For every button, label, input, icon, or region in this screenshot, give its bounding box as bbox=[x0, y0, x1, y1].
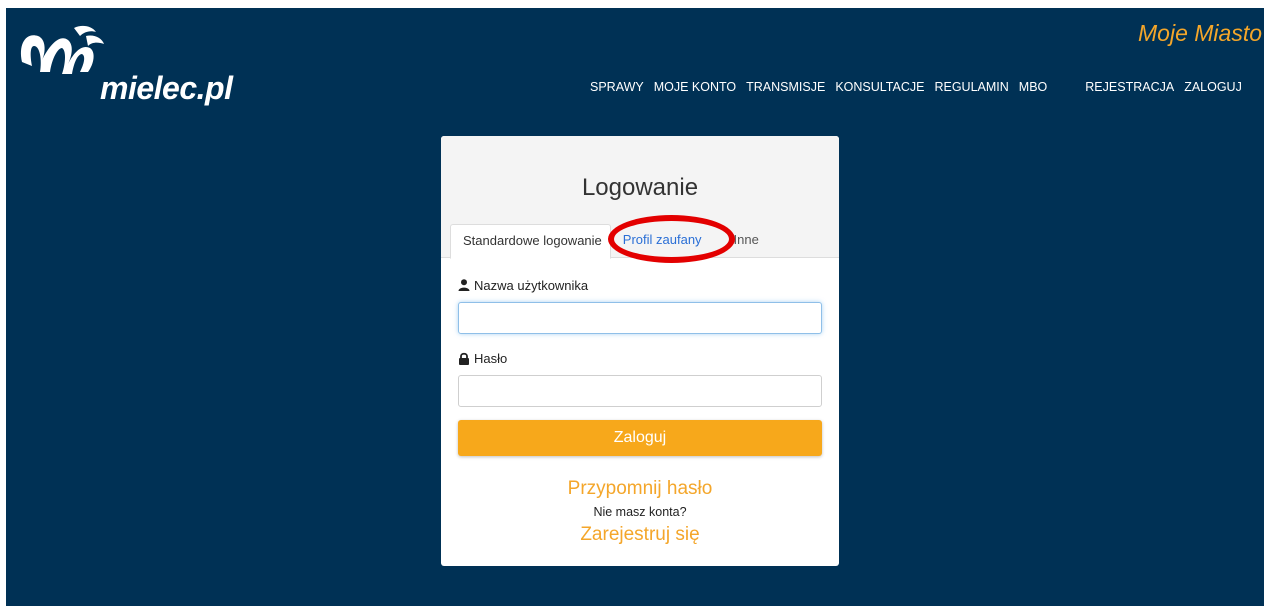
nav-mbo[interactable]: MBO bbox=[1019, 80, 1047, 94]
lock-icon bbox=[459, 352, 469, 365]
user-icon bbox=[458, 279, 470, 291]
nav-regulamin[interactable]: REGULAMIN bbox=[934, 80, 1008, 94]
login-card-header: Logowanie Standardowe logowanie Profil z… bbox=[441, 136, 839, 263]
password-label: Hasło bbox=[458, 349, 822, 367]
login-card: Logowanie Standardowe logowanie Profil z… bbox=[441, 136, 839, 566]
username-label: Nazwa użytkownika bbox=[458, 276, 822, 294]
logo-text: mielec.pl bbox=[100, 70, 233, 106]
nav-transmisje[interactable]: TRANSMISJE bbox=[746, 80, 825, 94]
main-nav: SPRAWY MOJE KONTO TRANSMISJE KONSULTACJE… bbox=[590, 80, 1242, 94]
nav-zaloguj[interactable]: ZALOGUJ bbox=[1184, 80, 1242, 94]
nav-rejestracja[interactable]: REJESTRACJA bbox=[1085, 80, 1174, 94]
nav-moje-konto[interactable]: MOJE KONTO bbox=[654, 80, 736, 94]
login-links: Przypomnij hasło Nie masz konta? Zarejes… bbox=[458, 478, 822, 546]
tab-other[interactable]: Inne bbox=[722, 224, 767, 256]
login-button[interactable]: Zaloguj bbox=[458, 420, 822, 456]
login-title: Logowanie bbox=[581, 174, 699, 201]
password-input[interactable] bbox=[458, 375, 822, 407]
nav-sprawy[interactable]: SPRAWY bbox=[590, 80, 644, 94]
forgot-password-link[interactable]: Przypomnij hasło bbox=[458, 478, 822, 500]
site-logo[interactable]: mielec.pl bbox=[16, 22, 246, 112]
password-label-text: Hasło bbox=[474, 350, 508, 366]
logo-bird-icon bbox=[20, 25, 104, 74]
tab-standard-login[interactable]: Standardowe logowanie bbox=[450, 224, 611, 259]
no-account-text: Nie masz konta? bbox=[593, 505, 687, 519]
tab-trusted-profile[interactable]: Profil zaufany bbox=[611, 224, 722, 256]
nav-konsultacje[interactable]: KONSULTACJE bbox=[835, 80, 924, 94]
username-input[interactable] bbox=[458, 302, 822, 334]
register-link[interactable]: Zarejestruj się bbox=[458, 524, 822, 546]
login-tabs: Standardowe logowanie Profil zaufany Inn… bbox=[450, 224, 767, 259]
username-label-text: Nazwa użytkownika bbox=[474, 277, 589, 293]
site-background: mielec.pl Moje Miasto SPRAWY MOJE KONTO … bbox=[6, 8, 1264, 606]
brand-title[interactable]: Moje Miasto bbox=[1138, 20, 1262, 47]
login-form: Nazwa użytkownika Hasło Zaloguj Przypomn… bbox=[458, 276, 822, 546]
